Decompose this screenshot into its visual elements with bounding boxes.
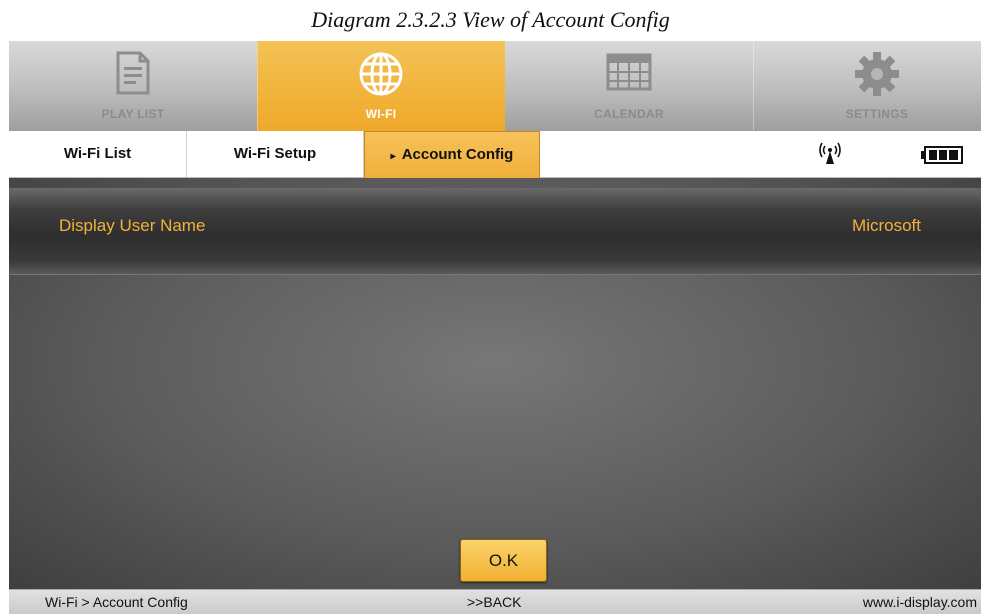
top-nav-label: WI-FI bbox=[365, 107, 397, 121]
active-tab-marker: ▸ bbox=[390, 151, 396, 162]
bottom-status-bar: Wi-Fi > Account Config >>BACK www.i-disp… bbox=[9, 589, 981, 614]
tab-account-config[interactable]: ▸ Account Config bbox=[364, 131, 540, 179]
top-nav-label: PLAY LIST bbox=[101, 107, 165, 121]
website-label: www.i-display.com bbox=[862, 594, 977, 610]
tab-bar: Wi-Fi List Wi-Fi Setup ▸ Account Config bbox=[9, 131, 981, 179]
back-link[interactable]: >>BACK bbox=[467, 590, 521, 614]
device-screen: PLAY LIST WI-FI CALENDAR SETTINGS Wi-Fi … bbox=[9, 41, 981, 614]
tab-label: Wi-Fi List bbox=[63, 145, 132, 162]
ok-button[interactable]: O.K bbox=[460, 539, 547, 582]
top-nav-wifi[interactable]: WI-FI bbox=[257, 41, 505, 131]
row-label: Display User Name bbox=[59, 216, 206, 235]
gear-icon bbox=[854, 51, 900, 102]
tab-wifi-setup[interactable]: Wi-Fi Setup bbox=[187, 131, 364, 177]
tab-label: Wi-Fi Setup bbox=[233, 145, 317, 162]
figure-caption: Diagram 2.3.2.3 View of Account Config bbox=[311, 7, 670, 32]
top-nav-bar: PLAY LIST WI-FI CALENDAR SETTINGS bbox=[9, 41, 981, 131]
top-nav-settings[interactable]: SETTINGS bbox=[753, 41, 981, 131]
wifi-signal-icon bbox=[819, 141, 841, 170]
calendar-icon bbox=[606, 51, 652, 96]
breadcrumb: Wi-Fi > Account Config bbox=[45, 594, 188, 610]
document-icon bbox=[112, 51, 154, 100]
divider bbox=[753, 41, 754, 131]
top-nav-calendar[interactable]: CALENDAR bbox=[505, 41, 753, 131]
tab-wifi-list[interactable]: Wi-Fi List bbox=[9, 131, 187, 177]
divider bbox=[257, 41, 258, 131]
content-panel: Display User Name Microsoft O.K bbox=[9, 178, 981, 589]
tab-label: Account Config bbox=[401, 146, 514, 163]
display-user-name-row[interactable]: Display User Name Microsoft bbox=[9, 188, 981, 275]
globe-icon bbox=[358, 51, 404, 102]
top-nav-label: SETTINGS bbox=[845, 107, 909, 121]
top-nav-label: CALENDAR bbox=[594, 107, 664, 121]
top-nav-playlist[interactable]: PLAY LIST bbox=[9, 41, 257, 131]
battery-icon bbox=[921, 146, 963, 169]
row-value: Microsoft bbox=[852, 216, 921, 235]
